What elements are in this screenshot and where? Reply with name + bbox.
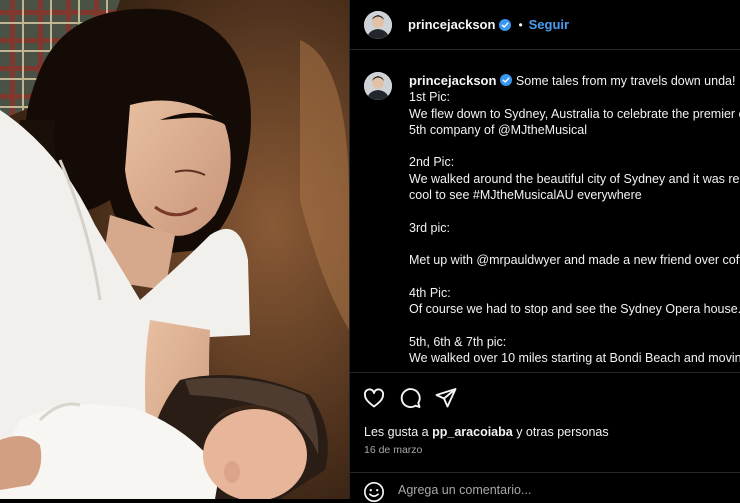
post-header: princejackson • Seguir [350, 0, 740, 50]
caption-body: 1st Pic: We flew down to Sydney, Austral… [409, 90, 740, 366]
post-actions: Les gusta a pp_aracoiaba y otras persona… [350, 372, 740, 503]
caption-text: princejackson Some tales from my travels… [409, 73, 740, 366]
post-panel: princejackson • Seguir princejackson Som… [349, 0, 740, 503]
follow-button[interactable]: Seguir [529, 17, 569, 32]
post-date[interactable]: 16 de marzo [364, 444, 422, 456]
post-dialog: princejackson • Seguir princejackson Som… [0, 0, 740, 503]
caption-avatar[interactable] [364, 72, 392, 100]
avatar-image [364, 10, 392, 39]
comment-bar [350, 472, 740, 503]
post-image[interactable] [0, 0, 349, 499]
post-photo [0, 0, 349, 499]
likes-prefix: Les gusta a [364, 425, 429, 439]
caption-section[interactable]: princejackson Some tales from my travels… [350, 50, 740, 372]
avatar-image [364, 72, 392, 100]
verified-badge-icon [499, 18, 512, 31]
likes-summary[interactable]: Les gusta a pp_aracoiaba y otras persona… [364, 425, 609, 439]
caption-username[interactable]: princejackson [409, 73, 496, 88]
verified-badge-icon [500, 74, 513, 86]
caption-intro: Some tales from my travels down unda! [515, 74, 736, 88]
likes-suffix[interactable]: y otras personas [516, 425, 608, 439]
comment-input[interactable] [398, 480, 718, 500]
emoji-icon[interactable] [363, 481, 385, 503]
likes-user-link[interactable]: pp_aracoiaba [432, 425, 513, 439]
separator-dot: • [518, 17, 523, 32]
heart-icon[interactable] [362, 386, 386, 410]
share-icon[interactable] [434, 386, 458, 410]
comment-icon[interactable] [398, 386, 422, 410]
avatar[interactable] [364, 10, 392, 39]
username-link[interactable]: princejackson [408, 17, 495, 32]
